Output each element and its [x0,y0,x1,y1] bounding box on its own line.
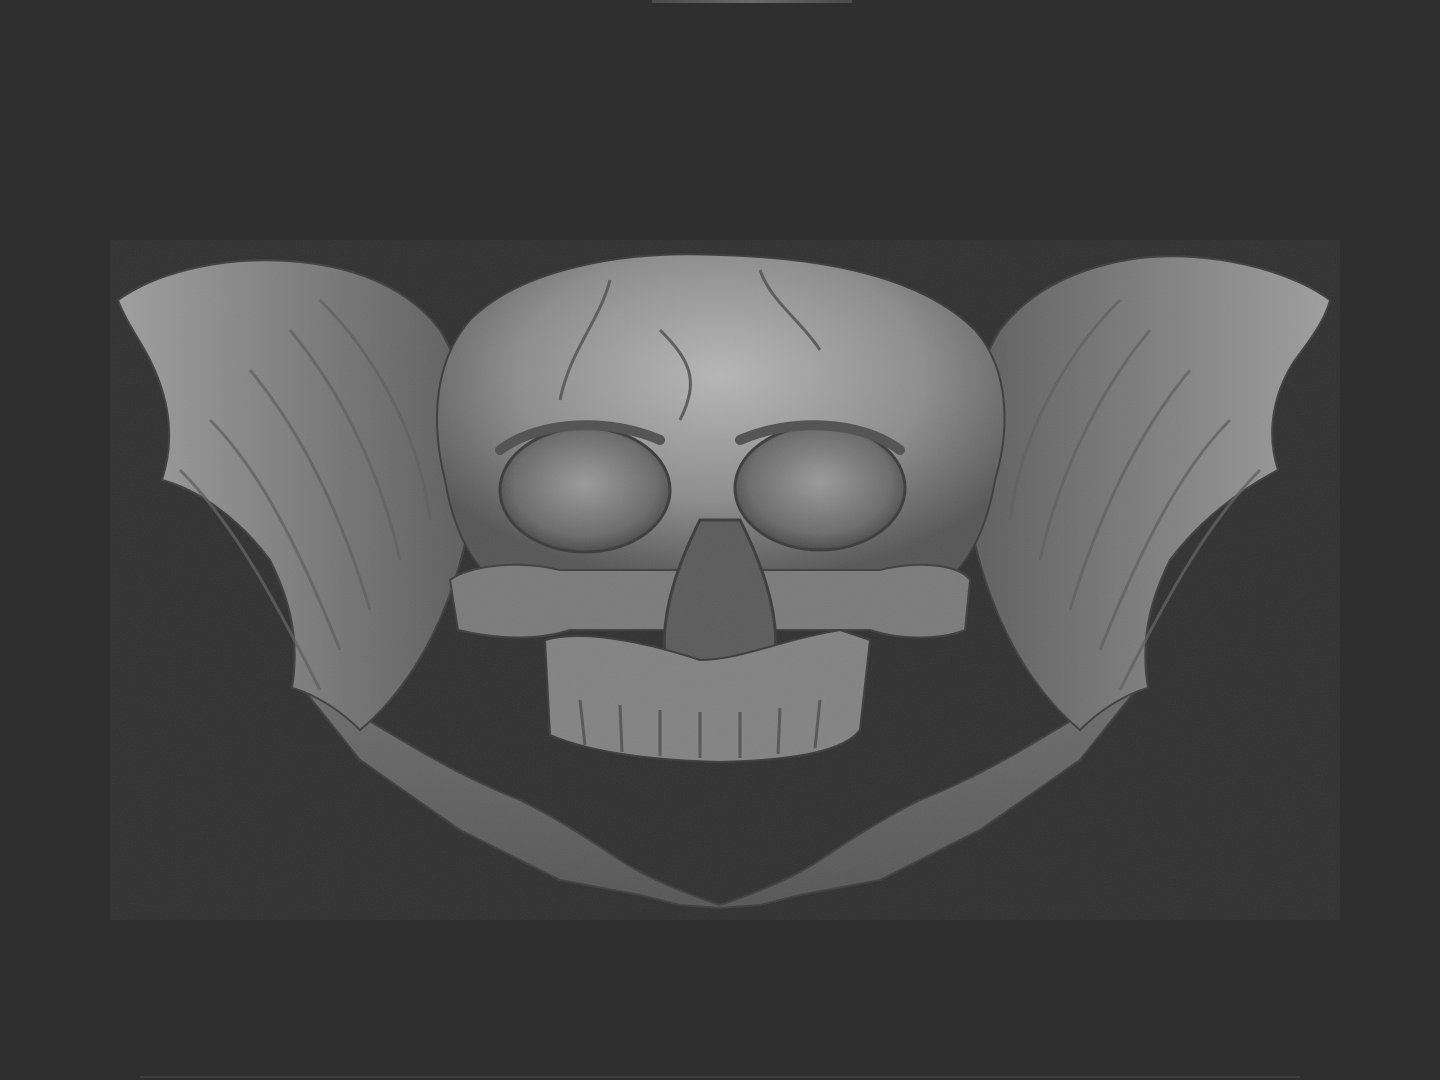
sculpt-viewport[interactable] [0,0,1440,1080]
skull-bat-sculpt-model[interactable] [0,0,1440,1080]
bottom-edge-strip [140,1076,1300,1078]
sculpt-surface-grain [110,240,1340,920]
